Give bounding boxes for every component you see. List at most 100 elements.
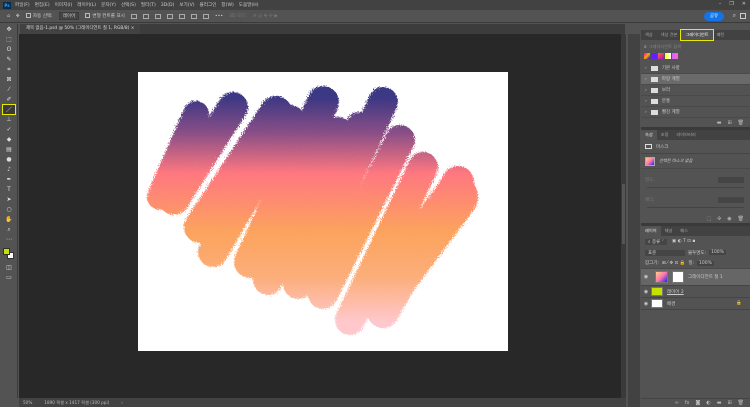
gradient-search-input[interactable]: 그레이디언트 검색 — [649, 44, 681, 50]
stamp-tool-icon[interactable]: ⊥ — [3, 115, 15, 124]
vertical-scrollbar[interactable] — [621, 34, 626, 398]
auto-select-checkbox[interactable]: 자동 선택: — [25, 13, 53, 19]
path-select-tool-icon[interactable]: ➤ — [3, 195, 15, 204]
tab-layers[interactable]: 레이어 — [641, 226, 661, 236]
scrollbar-thumb[interactable] — [622, 184, 625, 244]
frame-tool-icon[interactable]: ⊠ — [3, 75, 15, 84]
pen-tool-icon[interactable]: ✒ — [3, 175, 15, 184]
gradient-swatch[interactable] — [658, 52, 664, 59]
gradient-swatch[interactable] — [672, 52, 678, 59]
new-group-icon[interactable]: ▬ — [717, 120, 722, 126]
density-field[interactable] — [718, 177, 744, 183]
zoom-level[interactable]: 50% — [23, 398, 32, 407]
more-tools-icon[interactable]: ⋯ — [3, 235, 15, 244]
color-swatches[interactable] — [0, 246, 17, 262]
type-tool-icon[interactable]: T — [3, 185, 15, 194]
tab-channels[interactable]: 채널 — [661, 226, 677, 236]
fx-icon[interactable]: fx — [685, 400, 690, 406]
gradient-search[interactable]: ⌕ 그레이디언트 검색 — [641, 43, 750, 51]
align-left-icon[interactable] — [130, 13, 137, 19]
lock-icons[interactable]: ⊞ ⁄ ✥ ⊡ 🔒 — [662, 261, 685, 266]
auto-select-dropdown[interactable]: 레이어 — [58, 12, 80, 20]
opacity-field[interactable]: 100% — [709, 250, 726, 255]
tab-color[interactable]: 색상 — [641, 30, 657, 40]
menu-image[interactable]: 이미지(I) — [55, 2, 73, 8]
gradient-swatch[interactable] — [644, 52, 650, 59]
menu-layer[interactable]: 레이어(L) — [77, 2, 96, 8]
menu-3d[interactable]: 3D(D) — [161, 3, 175, 8]
trash-icon[interactable]: 🗑 — [738, 120, 744, 126]
align-bottom-icon[interactable] — [202, 13, 209, 19]
search-icon[interactable]: ⌕ — [733, 12, 736, 20]
gradient-tool-icon[interactable]: ▤ — [3, 145, 15, 154]
align-top-icon[interactable] — [178, 13, 185, 19]
share-button[interactable]: 공유 — [704, 12, 724, 21]
crop-tool-icon[interactable]: ⌗ — [3, 65, 15, 74]
quick-mask-icon[interactable]: ◫ — [3, 263, 15, 272]
menu-type[interactable]: 문자(Y) — [101, 2, 116, 8]
home-icon[interactable]: ⌂ — [7, 14, 10, 19]
density-slider[interactable] — [647, 187, 744, 188]
marquee-tool-icon[interactable]: ⬚ — [3, 35, 15, 44]
menu-filter[interactable]: 필터(T) — [141, 2, 156, 8]
distribute-icon[interactable] — [166, 13, 173, 19]
screen-mode-icon[interactable]: ▭ — [3, 273, 15, 282]
tab-paths[interactable]: 패스 — [676, 226, 692, 236]
tab-libraries[interactable]: 라이브러리 — [672, 130, 699, 140]
document-canvas[interactable] — [138, 72, 508, 351]
workspace-icon[interactable] — [740, 13, 746, 19]
tab-gradients[interactable]: 그레이디언트 — [680, 29, 714, 41]
quick-select-tool-icon[interactable]: ✎ — [3, 55, 15, 64]
shape-tool-icon[interactable]: ○ — [3, 205, 15, 214]
minimize-button[interactable]: – — [719, 1, 722, 7]
show-transform-checkbox[interactable]: 변형 컨트롤 표시 — [85, 13, 125, 19]
visibility-icon[interactable]: ◉ — [727, 216, 731, 222]
menu-help[interactable]: 도움말(H) — [239, 2, 259, 8]
close-button[interactable]: ✕ — [742, 1, 746, 7]
hand-tool-icon[interactable]: ✋ — [3, 215, 15, 224]
eraser-tool-icon[interactable]: ◆ — [3, 135, 15, 144]
gradient-swatch[interactable] — [665, 52, 671, 59]
tab-swatches[interactable]: 색상 견본 — [657, 30, 682, 40]
layer-row[interactable]: ◉ 배경 🔒 — [641, 298, 750, 310]
new-layer-icon[interactable]: ⊞ — [727, 400, 731, 406]
menu-file[interactable]: 파일(F) — [15, 2, 30, 8]
more-options-button[interactable]: ••• — [215, 14, 223, 19]
layer-row[interactable]: ◉ 레이어 2 — [641, 286, 750, 298]
apply-mask-icon[interactable]: ✣ — [717, 216, 721, 222]
filter-icons[interactable]: ▣ ◐ T ⊡ ▪ — [672, 239, 695, 244]
healing-tool-icon[interactable]: ✐ — [3, 95, 15, 104]
link-icon[interactable]: ∞ — [675, 400, 679, 406]
new-group-icon[interactable]: ▬ — [717, 400, 722, 406]
menu-plugins[interactable]: 플러그인 — [200, 2, 217, 8]
document-tab[interactable]: 제목 없음-1.psd @ 50% (그레이디언트 칠 1, RGB/8) × — [20, 24, 141, 34]
eye-icon[interactable]: ◉ — [641, 274, 651, 280]
gradient-swatch[interactable] — [651, 52, 657, 59]
eyedropper-tool-icon[interactable]: ⁄ — [3, 85, 15, 94]
tab-adjustments[interactable]: 조정 — [657, 130, 673, 140]
select-mask-icon[interactable]: ⬚ — [706, 216, 711, 222]
gradient-folder[interactable]: › 파랑 계열 — [641, 74, 750, 85]
menu-edit[interactable]: 편집(E) — [35, 2, 50, 8]
layer-mask-thumbnail[interactable] — [672, 271, 684, 283]
align-center-icon[interactable] — [142, 13, 149, 19]
feather-slider[interactable] — [647, 207, 744, 208]
gradient-folder[interactable]: › 빨강 계열 — [641, 107, 750, 118]
feather-control[interactable]: 페더: — [641, 193, 750, 207]
trash-icon[interactable]: 🗑 — [738, 400, 744, 406]
eye-icon[interactable]: ◉ — [641, 301, 651, 307]
foreground-color-swatch[interactable] — [3, 248, 10, 255]
blur-tool-icon[interactable]: ● — [3, 155, 15, 164]
eye-icon[interactable]: ◉ — [641, 289, 651, 295]
lasso-tool-icon[interactable]: ʘ — [3, 45, 15, 54]
status-menu-arrow[interactable]: › — [121, 398, 123, 407]
dodge-tool-icon[interactable]: ♪ — [3, 165, 15, 174]
menu-select[interactable]: 선택(S) — [121, 2, 136, 8]
gradient-folder[interactable]: › 보라 — [641, 85, 750, 96]
menu-window[interactable]: 창(W) — [221, 2, 233, 8]
tab-properties[interactable]: 속성 — [641, 130, 657, 140]
menu-view[interactable]: 보기(V) — [179, 2, 194, 8]
blend-mode-dropdown[interactable]: 표준 — [645, 249, 685, 256]
trash-icon[interactable]: 🗑 — [738, 216, 744, 222]
align-middle-icon[interactable] — [190, 13, 197, 19]
